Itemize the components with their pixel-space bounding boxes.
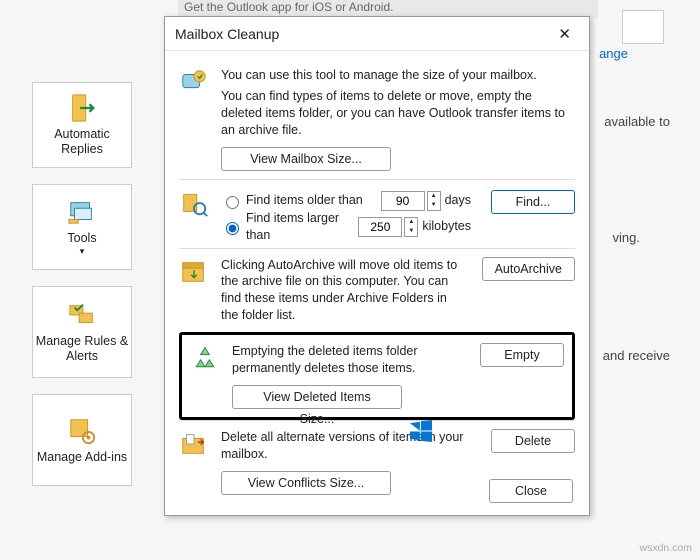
larger-than-label: Find items larger than: [246, 210, 356, 244]
intro-text-2: You can find types of items to delete or…: [221, 88, 575, 139]
larger-than-unit: kilobytes: [422, 218, 471, 235]
empty-text: Emptying the deleted items folder perman…: [232, 343, 460, 377]
view-mailbox-size-button[interactable]: View Mailbox Size...: [221, 147, 391, 171]
door-arrow-icon: [67, 93, 97, 123]
conflicts-text: Delete all alternate versions of items i…: [221, 429, 471, 463]
bg-text-receive: and receive: [603, 348, 670, 363]
ribbon-manage-rules[interactable]: Manage Rules & Alerts: [32, 286, 132, 378]
section-empty: Emptying the deleted items folder perman…: [179, 332, 575, 420]
mailbox-icon: [179, 67, 209, 97]
older-than-spinner[interactable]: ▲▼: [427, 191, 441, 211]
ribbon-automatic-replies[interactable]: Automatic Replies: [32, 82, 132, 168]
rules-icon: [67, 300, 97, 330]
archive-icon: [179, 257, 209, 287]
larger-than-value[interactable]: [358, 217, 402, 237]
section-intro: You can use this tool to manage the size…: [179, 59, 575, 179]
thumbnail-fragment: [622, 10, 664, 44]
find-icon: [179, 188, 209, 218]
dialog-title: Mailbox Cleanup: [175, 26, 279, 42]
tools-icon: [67, 197, 97, 227]
ribbon-label: Automatic Replies: [33, 127, 131, 157]
empty-button[interactable]: Empty: [480, 343, 564, 367]
close-button[interactable]: Close: [489, 479, 573, 503]
autoarchive-text: Clicking AutoArchive will move old items…: [221, 257, 462, 325]
larger-than-spinner[interactable]: ▲▼: [404, 217, 418, 237]
close-icon[interactable]: ✕: [550, 23, 579, 45]
link-change-fragment[interactable]: ange: [599, 46, 628, 61]
radio-older-than[interactable]: [226, 196, 239, 209]
dialog-titlebar: Mailbox Cleanup ✕: [165, 17, 589, 51]
bg-text-ving: ving.: [613, 230, 640, 245]
view-conflicts-size-button[interactable]: View Conflicts Size...: [221, 471, 391, 495]
addins-icon: [67, 416, 97, 446]
section-find: Find items older than ▲▼ days Find items…: [179, 179, 575, 248]
mailbox-cleanup-dialog: Mailbox Cleanup ✕ You can use this tool …: [164, 16, 590, 516]
chevron-down-icon: ▾: [80, 246, 85, 257]
recycle-icon: [190, 343, 220, 373]
watermark: wsxdn.com: [639, 542, 692, 554]
find-button[interactable]: Find...: [491, 190, 575, 214]
ribbon-label: Tools: [67, 231, 96, 246]
older-than-label: Find items older than: [246, 192, 379, 209]
bg-text-available: available to: [604, 114, 670, 129]
delete-button[interactable]: Delete: [491, 429, 575, 453]
conflicts-icon: [179, 429, 209, 459]
section-autoarchive: Clicking AutoArchive will move old items…: [179, 248, 575, 333]
ribbon-manage-addins[interactable]: Manage Add-ins: [32, 394, 132, 486]
radio-larger-than[interactable]: [226, 222, 239, 235]
ribbon-label: Manage Add-ins: [37, 450, 127, 465]
ribbon-tools[interactable]: Tools ▾: [32, 184, 132, 270]
intro-text-1: You can use this tool to manage the size…: [221, 67, 575, 84]
ribbon-label: Manage Rules & Alerts: [33, 334, 131, 364]
autoarchive-button[interactable]: AutoArchive: [482, 257, 575, 281]
older-than-value[interactable]: [381, 191, 425, 211]
view-deleted-size-button[interactable]: View Deleted Items Size...: [232, 385, 402, 409]
older-than-unit: days: [445, 192, 471, 209]
